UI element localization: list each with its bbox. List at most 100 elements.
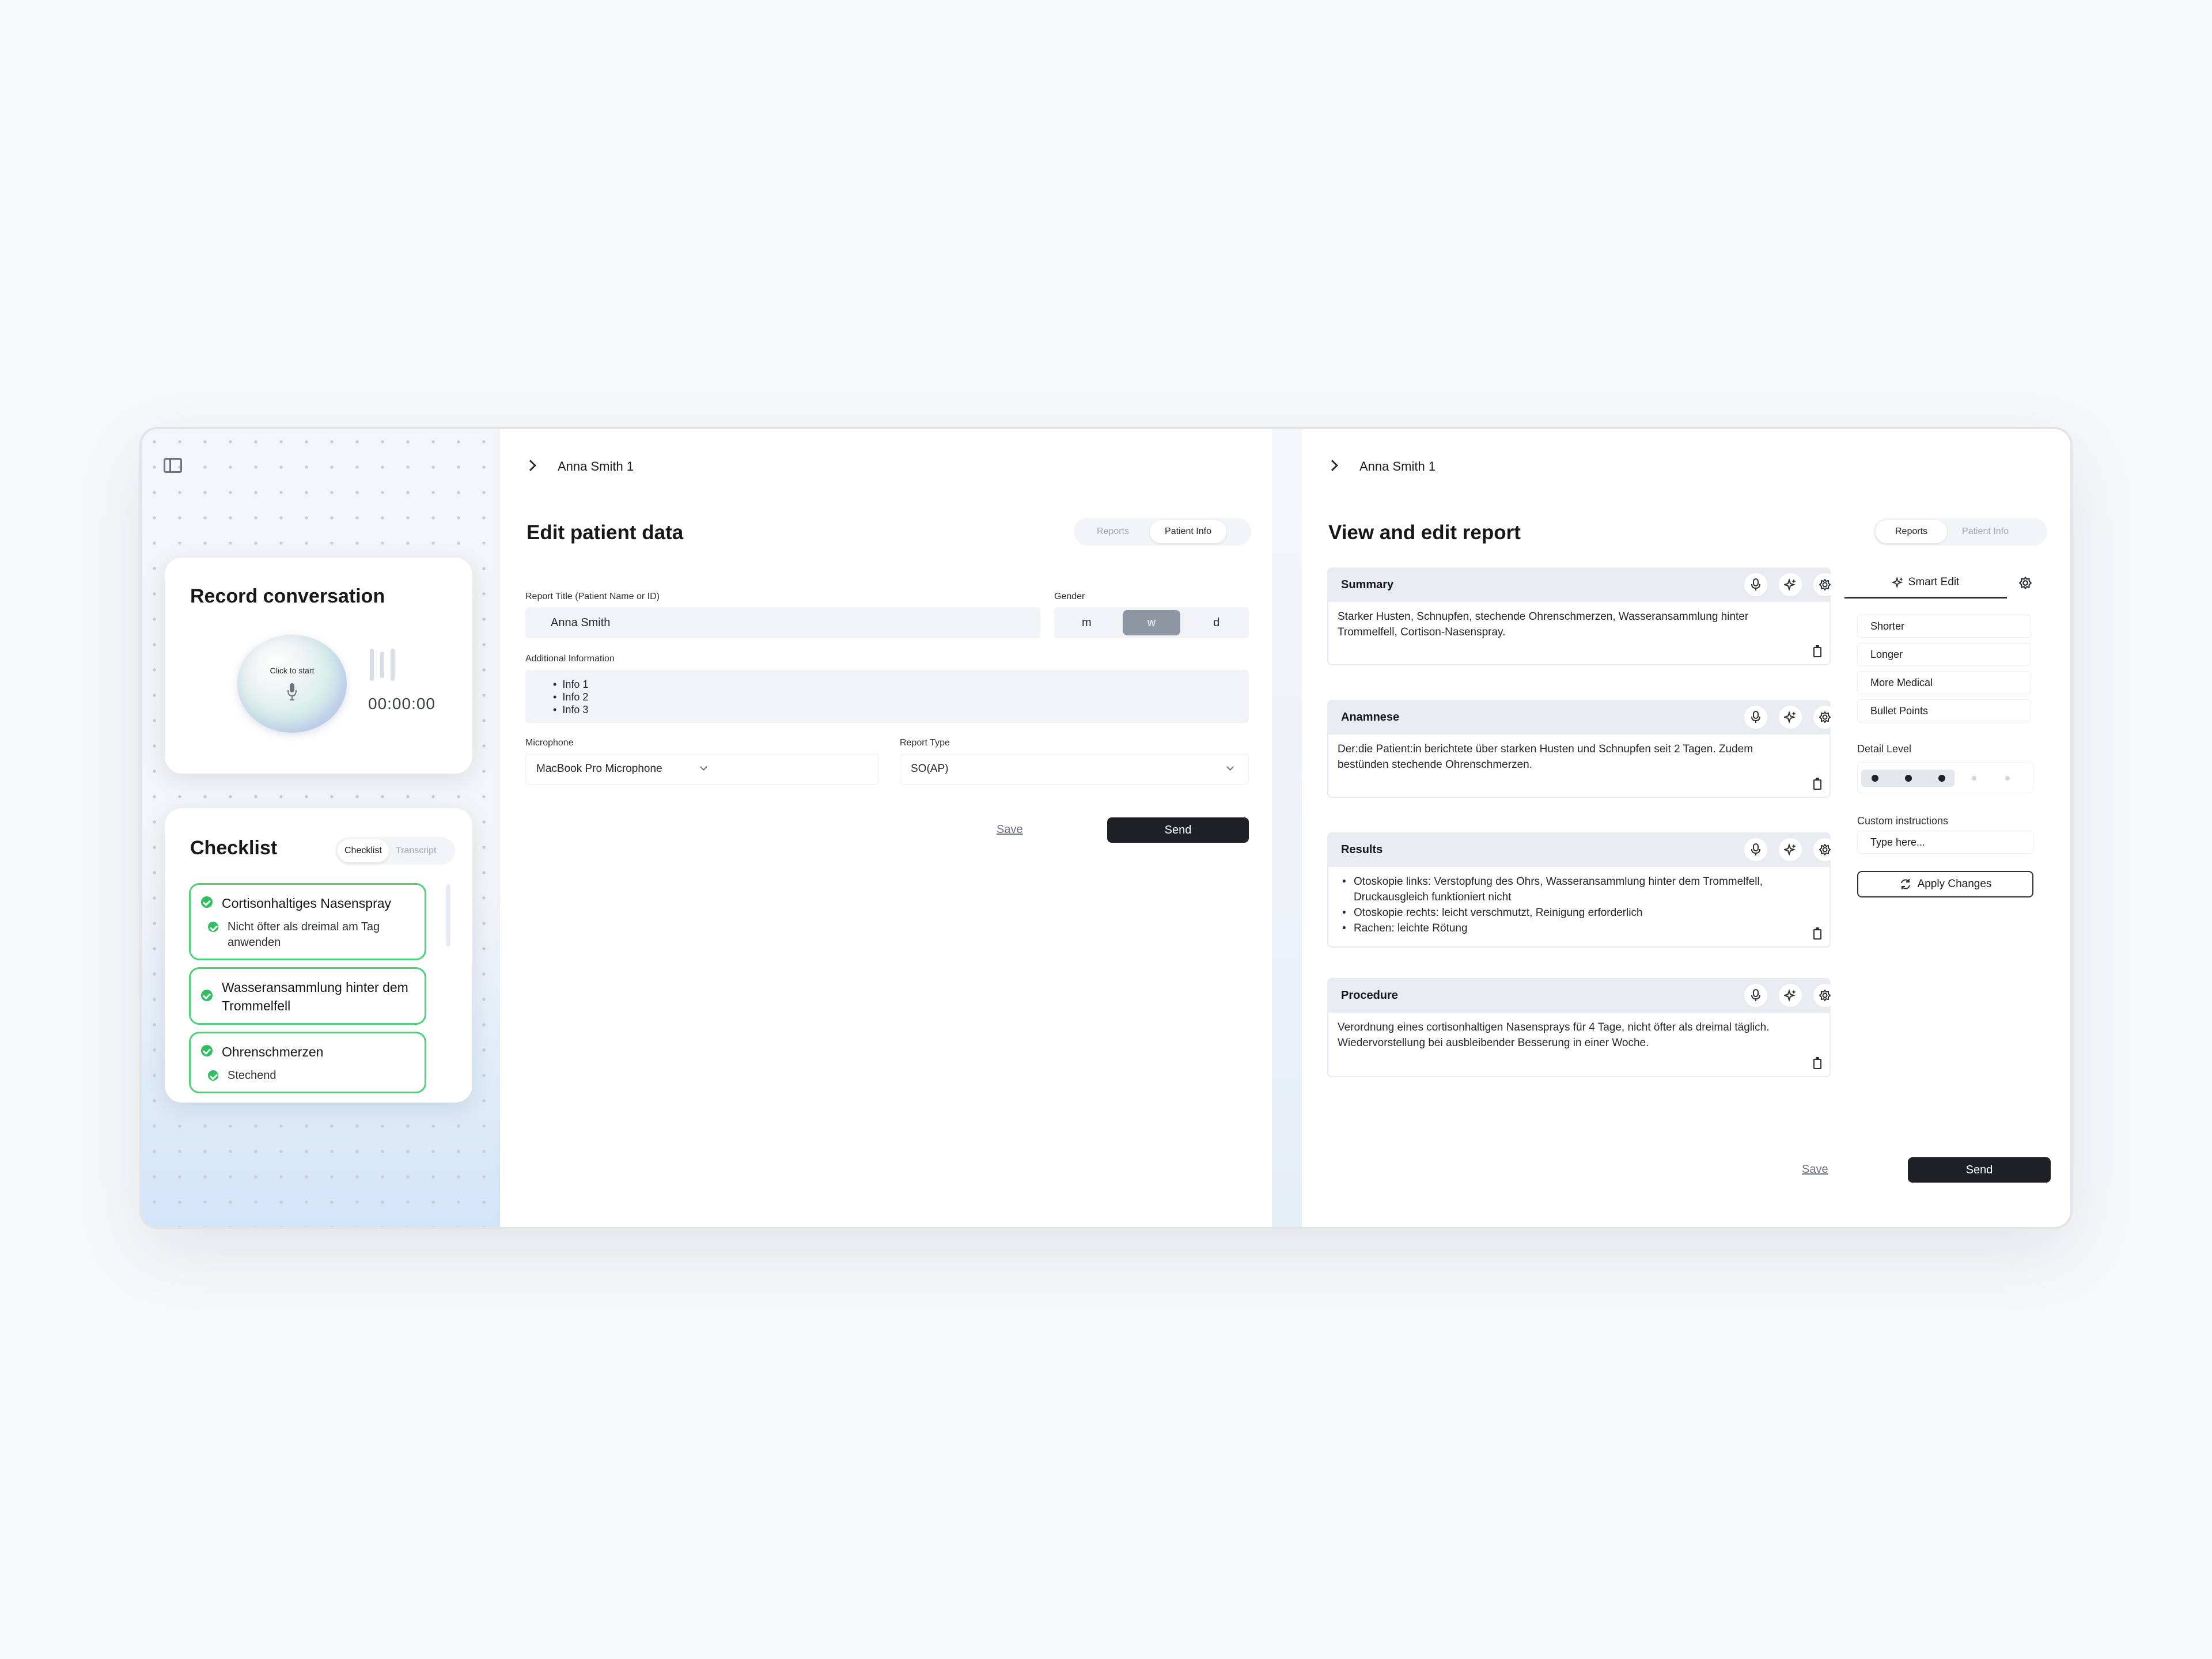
check-icon bbox=[208, 1070, 218, 1081]
list-item[interactable]: Ohrenschmerzen Stechend bbox=[189, 1032, 426, 1093]
breadcrumb: Anna Smith 1 bbox=[1359, 459, 1436, 474]
additional-info-input[interactable]: Info 1 Info 2 Info 3 bbox=[525, 670, 1249, 723]
ai-rewrite-button[interactable] bbox=[1779, 706, 1802, 729]
apply-changes-label: Apply Changes bbox=[1917, 878, 1992, 890]
option-bullet-points-button[interactable]: Bullet Points bbox=[1857, 699, 2031, 722]
page-title: Edit patient data bbox=[527, 521, 684, 544]
dictate-button[interactable] bbox=[1744, 573, 1767, 596]
view-tabs: Reports Patient Info bbox=[1074, 518, 1251, 546]
checklist-scrollbar[interactable] bbox=[446, 884, 450, 946]
ai-rewrite-button[interactable] bbox=[1779, 838, 1802, 861]
report-panel: Anna Smith 1 View and edit report Report… bbox=[1302, 429, 2070, 1227]
gender-option-m[interactable]: m bbox=[1058, 610, 1115, 635]
section-settings-button[interactable] bbox=[1813, 706, 1836, 729]
section-header: Results bbox=[1327, 832, 1836, 867]
refresh-icon bbox=[1900, 879, 1910, 889]
clipboard-icon[interactable] bbox=[1813, 645, 1821, 657]
list-item[interactable]: Wasseransammlung hinter dem Trommelfell bbox=[189, 967, 426, 1025]
checklist-card: Checklist Checklist Transcript Cortisonh… bbox=[165, 808, 472, 1103]
record-button[interactable]: Click to start bbox=[237, 635, 347, 733]
send-button[interactable]: Send bbox=[1107, 817, 1249, 843]
checklist-item-label: Ohrenschmerzen bbox=[222, 1044, 324, 1059]
detail-level-dot[interactable] bbox=[1872, 775, 1878, 782]
report-section-anamnese: Anamnese Der:die Patient:in berichtete ü… bbox=[1327, 700, 1836, 798]
report-type-select[interactable]: SO(AP) bbox=[900, 753, 1249, 785]
option-longer-button[interactable]: Longer bbox=[1857, 643, 2031, 666]
dictate-button[interactable] bbox=[1744, 984, 1767, 1007]
microphone-icon bbox=[1751, 989, 1760, 1001]
detail-level-dot[interactable] bbox=[1905, 775, 1912, 782]
checklist-item-sub: Nicht öfter als dreimal am Tag anwenden bbox=[228, 921, 380, 949]
tab-patient-info[interactable]: Patient Info bbox=[1947, 520, 2024, 543]
section-body[interactable]: Der:die Patient:in berichtete über stark… bbox=[1327, 734, 1831, 798]
page-title: View and edit report bbox=[1328, 521, 1521, 544]
tab-reports[interactable]: Reports bbox=[1876, 520, 1948, 543]
tab-checklist[interactable]: Checklist bbox=[338, 839, 389, 862]
save-button[interactable]: Save bbox=[997, 823, 1023, 836]
cog-icon bbox=[1819, 579, 1831, 590]
breadcrumb: Anna Smith 1 bbox=[558, 459, 634, 474]
section-body[interactable]: Starker Husten, Schnupfen, stechende Ohr… bbox=[1327, 602, 1831, 665]
orb-label: Click to start bbox=[270, 666, 315, 675]
smart-edit-label: Smart Edit bbox=[1908, 575, 1960, 588]
option-more-medical-button[interactable]: More Medical bbox=[1857, 671, 2031, 694]
section-title: Anamnese bbox=[1341, 711, 1400, 724]
report-title-input[interactable]: Anna Smith bbox=[525, 607, 1040, 638]
section-list-item: Otoskopie links: Verstopfung des Ohrs, W… bbox=[1338, 874, 1820, 905]
clipboard-icon[interactable] bbox=[1813, 1057, 1821, 1069]
checklist-tabs: Checklist Transcript bbox=[335, 837, 455, 865]
clipboard-icon[interactable] bbox=[1813, 927, 1821, 940]
report-type-label: Report Type bbox=[900, 738, 950, 748]
record-card: Record conversation Click to start 00:00… bbox=[165, 558, 472, 774]
clipboard-icon[interactable] bbox=[1813, 778, 1821, 790]
section-title: Procedure bbox=[1341, 989, 1398, 1002]
microphone-icon bbox=[1751, 843, 1760, 855]
edit-patient-panel: Anna Smith 1 Edit patient data Reports P… bbox=[500, 429, 1272, 1227]
section-body[interactable]: Otoskopie links: Verstopfung des Ohrs, W… bbox=[1327, 867, 1831, 948]
apply-changes-button[interactable]: Apply Changes bbox=[1857, 871, 2033, 897]
check-icon bbox=[201, 990, 213, 1001]
section-settings-button[interactable] bbox=[1813, 984, 1836, 1007]
microphone-select[interactable]: MacBook Pro Microphone bbox=[525, 753, 879, 785]
tab-transcript[interactable]: Transcript bbox=[389, 839, 444, 862]
cog-icon bbox=[1819, 844, 1831, 855]
chevron-right-icon[interactable] bbox=[1327, 460, 1338, 471]
tab-reports[interactable]: Reports bbox=[1076, 520, 1150, 543]
list-item[interactable]: Cortisonhaltiges Nasenspray Nicht öfter … bbox=[189, 883, 426, 960]
tab-patient-info[interactable]: Patient Info bbox=[1150, 520, 1226, 543]
sidebar-toggle-icon[interactable] bbox=[164, 458, 182, 473]
section-settings-button[interactable] bbox=[1813, 573, 1836, 596]
option-shorter-button[interactable]: Shorter bbox=[1857, 615, 2031, 638]
check-icon bbox=[201, 1045, 213, 1056]
save-button[interactable]: Save bbox=[1802, 1163, 1828, 1176]
gender-option-d[interactable]: d bbox=[1188, 610, 1245, 635]
gender-option-w[interactable]: w bbox=[1122, 610, 1180, 635]
detail-level-slider[interactable] bbox=[1857, 762, 2033, 793]
microphone-icon bbox=[287, 683, 297, 700]
dictate-button[interactable] bbox=[1744, 706, 1767, 729]
checklist-item-label: Cortisonhaltiges Nasenspray bbox=[222, 896, 392, 911]
dictate-button[interactable] bbox=[1744, 838, 1767, 861]
tab-smart-edit[interactable]: Smart Edit bbox=[1844, 567, 2007, 599]
send-button[interactable]: Send bbox=[1908, 1157, 2051, 1183]
cog-icon[interactable] bbox=[2018, 576, 2032, 590]
detail-level-dot[interactable] bbox=[1938, 775, 1945, 782]
microphone-icon bbox=[1751, 578, 1760, 590]
report-title-value: Anna Smith bbox=[551, 616, 611, 629]
custom-instructions-input[interactable]: Type here... bbox=[1857, 831, 2033, 854]
ai-rewrite-button[interactable] bbox=[1779, 984, 1802, 1007]
section-text: Der:die Patient:in berichtete über stark… bbox=[1338, 743, 1753, 771]
additional-info-label: Additional Information bbox=[525, 654, 615, 664]
section-settings-button[interactable] bbox=[1813, 838, 1836, 861]
detail-level-dot[interactable] bbox=[2005, 776, 2010, 781]
section-title: Summary bbox=[1341, 578, 1394, 591]
section-header: Anamnese bbox=[1327, 700, 1836, 734]
ai-rewrite-button[interactable] bbox=[1779, 573, 1802, 596]
detail-level-dot[interactable] bbox=[1972, 776, 1976, 781]
panel-divider bbox=[1272, 429, 1302, 1227]
section-body[interactable]: Verordnung eines cortisonhaltigen Nasens… bbox=[1327, 1013, 1831, 1077]
chevron-right-icon[interactable] bbox=[525, 460, 536, 471]
additional-info-item: Info 1 bbox=[553, 678, 588, 691]
checklist-title: Checklist bbox=[190, 837, 278, 859]
report-title-label: Report Title (Patient Name or ID) bbox=[525, 592, 660, 601]
